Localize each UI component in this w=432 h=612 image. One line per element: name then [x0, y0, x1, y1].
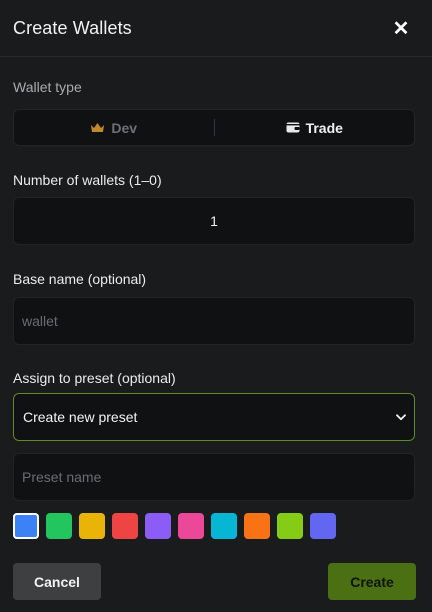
- wallet-count-label: Number of wallets (1–0): [13, 172, 162, 188]
- wallet-icon: [286, 122, 300, 133]
- color-swatch[interactable]: [211, 513, 237, 539]
- dialog-title: Create Wallets: [13, 17, 132, 38]
- color-swatch[interactable]: [13, 513, 39, 539]
- preset-name-input[interactable]: [22, 469, 406, 485]
- wallet-type-dev-option[interactable]: Dev: [14, 110, 214, 145]
- create-button[interactable]: Create: [328, 563, 416, 600]
- wallet-type-toggle: Dev Trade: [13, 109, 415, 146]
- color-swatch[interactable]: [145, 513, 171, 539]
- chevron-down-icon: [396, 413, 406, 420]
- close-icon[interactable]: ✕: [391, 18, 411, 40]
- wallet-count-input[interactable]: 1: [13, 197, 415, 245]
- cancel-button[interactable]: Cancel: [13, 563, 101, 600]
- wallet-type-trade-label: Trade: [305, 119, 343, 136]
- color-swatch[interactable]: [112, 513, 138, 539]
- preset-name-field: [13, 453, 415, 501]
- base-name-input[interactable]: [22, 313, 406, 329]
- color-swatch[interactable]: [178, 513, 204, 539]
- color-swatch[interactable]: [46, 513, 72, 539]
- color-swatches: [13, 513, 336, 539]
- wallet-type-trade-option[interactable]: Trade: [215, 110, 415, 145]
- color-swatch[interactable]: [244, 513, 270, 539]
- preset-label: Assign to preset (optional): [13, 370, 176, 386]
- color-swatch[interactable]: [277, 513, 303, 539]
- wallet-type-label: Wallet type: [13, 79, 82, 95]
- base-name-label: Base name (optional): [13, 271, 147, 287]
- wallet-count-value: 1: [210, 213, 218, 229]
- color-swatch[interactable]: [310, 513, 336, 539]
- dialog-header: Create Wallets ✕: [0, 0, 432, 57]
- preset-select[interactable]: Create new preset: [13, 393, 415, 441]
- preset-select-value: Create new preset: [23, 409, 138, 425]
- color-swatch[interactable]: [79, 513, 105, 539]
- crown-icon: [91, 123, 105, 132]
- wallet-type-dev-label: Dev: [111, 119, 138, 136]
- base-name-field: [13, 297, 415, 345]
